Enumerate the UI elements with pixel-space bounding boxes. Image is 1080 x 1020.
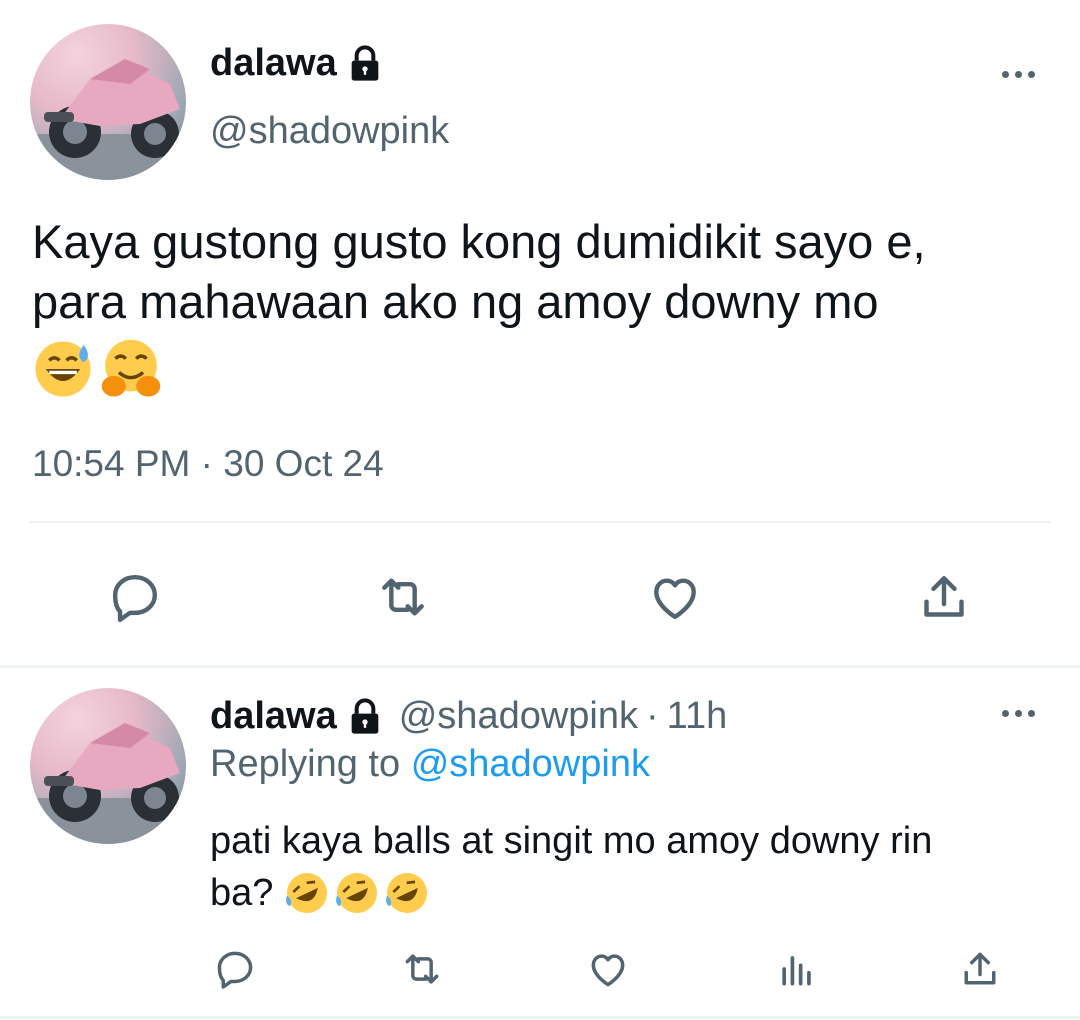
more-options-icon[interactable] [1002,71,1035,78]
hugging-face-emoji [101,339,161,397]
like-icon [654,578,696,620]
reply-text: pati kaya balls at singit mo amoy downy … [210,815,1050,919]
tweet-timestamp[interactable]: 10:54 PM · 30 Oct 24 [32,443,384,485]
replying-to: Replying to @shadowpink [210,743,650,786]
bottom-divider [0,1016,1080,1019]
grinning-sweat-emoji [35,341,91,397]
rofl-emoji [336,873,378,913]
more-options-icon[interactable] [1002,710,1035,717]
share-icon [924,576,964,617]
reply-text-line: ba? [210,872,274,914]
rofl-emoji [286,873,328,913]
motorcycle-avatar-image [30,59,186,180]
tweet-text-line: Kaya gustong gusto kong dumidikit sayo e… [32,215,926,268]
analytics-icon [782,956,811,986]
tweet-text: Kaya gustong gusto kong dumidikit sayo e… [32,212,1062,400]
tweet-text-line: para mahawaan ako ng amoy downy mo [32,275,879,328]
reply-header: dalawa @shadowpink · 11h [210,695,727,738]
avatar[interactable] [30,24,186,180]
retweet-icon [405,954,439,984]
like-button[interactable] [582,944,634,994]
author-name[interactable]: dalawa [210,695,337,738]
separator: · [646,695,659,737]
share-icon [964,952,996,985]
time-ago[interactable]: 11h [667,695,728,738]
reply-button[interactable] [210,944,260,994]
rofl-emoji [386,873,428,913]
avatar[interactable] [30,688,186,844]
analytics-button[interactable] [772,944,822,994]
reply-text-line: pati kaya balls at singit mo amoy downy … [210,820,933,862]
divider [30,521,1050,523]
replying-to-handle[interactable]: @shadowpink [411,743,650,785]
like-icon [591,954,625,987]
retweet-icon [382,578,424,616]
lock-icon [351,697,379,734]
share-button[interactable] [955,944,1005,994]
author-name[interactable]: dalawa [210,42,337,85]
share-button[interactable] [912,567,976,627]
reply-icon [217,951,253,989]
retweet-button[interactable] [394,944,450,994]
section-divider [0,665,1080,668]
author-handle[interactable]: @shadowpink [210,110,449,153]
like-button[interactable] [642,567,708,627]
reply-button[interactable] [103,567,167,627]
replying-to-label: Replying to [210,743,401,785]
retweet-button[interactable] [367,567,439,627]
motorcycle-avatar-image [30,723,186,844]
author-handle[interactable]: @shadowpink [399,695,638,738]
lock-icon [351,44,379,81]
reply-icon [112,574,158,623]
